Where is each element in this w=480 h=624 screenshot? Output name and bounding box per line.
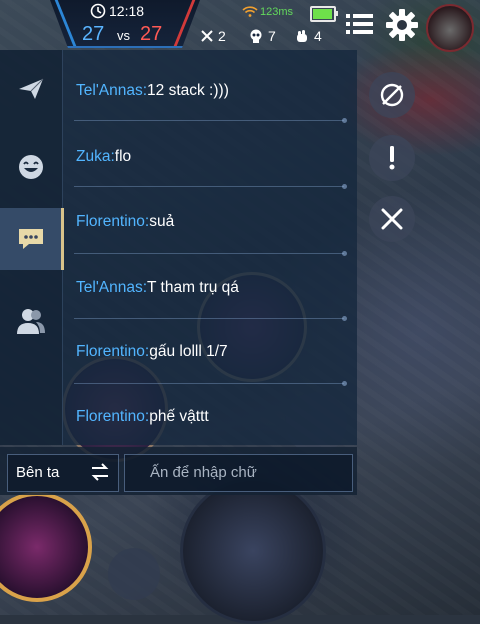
chat-message: Tel'Annas:T tham trụ qá [76,279,239,297]
paper-plane-icon [19,78,44,99]
message-sender: Florentino: [76,408,150,425]
wifi-icon [242,6,258,17]
swords-icon [201,30,213,42]
match-time: 12:18 [109,3,145,19]
scoreboard-button[interactable] [346,12,374,36]
message-text: phế vậttt [149,408,209,425]
tab-emotes[interactable] [0,136,62,198]
list-icon [346,14,373,34]
clock-icon [90,3,106,19]
ping-value: 123ms [260,6,294,18]
message-text: 12 stack :))) [147,82,229,99]
map-toggle-icon [380,83,404,107]
message-text: flo [114,148,132,165]
settings-button[interactable] [385,8,419,42]
message-divider [74,381,347,386]
battery-indicator [310,6,338,22]
message-sender: Tel'Annas: [76,279,148,296]
blue-team-score: 27 [82,23,105,45]
recall-button[interactable] [108,548,160,600]
chat-message: Tel'Annas:12 stack :))) [76,82,229,100]
message-divider [74,251,347,256]
message-sender: Tel'Annas: [76,82,148,99]
message-divider [74,118,347,123]
red-team-score: 27 [140,23,163,45]
alert-icon [389,146,395,170]
message-text: T tham trụ qá [147,279,239,296]
deaths-count: 7 [268,28,276,44]
chat-message: Florentino:phế vậttt [76,408,209,426]
input-placeholder: Ấn để nhập chữ [150,464,257,481]
message-divider [74,184,347,189]
chat-message-list[interactable]: Tel'Annas:12 stack :))) Zuka:flo Florent… [66,50,354,445]
chat-message: Zuka:flo [76,148,131,166]
skull-icon [250,29,262,43]
deaths-stat: 7 [248,28,276,44]
chat-input-field[interactable]: Ấn để nhập chữ [124,454,353,492]
player-avatar[interactable] [426,4,474,52]
attack-button[interactable] [180,478,326,624]
assists-stat: 4 [295,28,322,44]
close-icon [381,208,403,230]
match-clock: 12:18 [90,3,144,19]
friends-icon [17,309,45,334]
message-text: gấu lolll 1/7 [149,343,228,360]
vs-label: vs [117,28,130,43]
message-sender: Florentino: [76,213,150,230]
message-sender: Zuka: [76,148,115,165]
channel-label: Bên ta [16,464,60,481]
message-divider [74,316,347,321]
chat-side-tabs [0,50,64,445]
kills-count: 2 [218,28,226,44]
alert-button[interactable] [369,135,415,181]
emoji-icon [19,155,43,179]
ping-indicator: 123ms [242,6,293,18]
close-chat-button[interactable] [369,196,415,242]
chat-message: Florentino:gấu lolll 1/7 [76,343,228,361]
map-toggle-button[interactable] [369,72,415,118]
channel-selector[interactable]: Bên ta [7,454,119,492]
tab-friends[interactable] [0,290,62,352]
message-sender: Florentino: [76,343,150,360]
chat-message: Florentino:suả [76,213,174,231]
kills-stat: 2 [200,28,226,44]
tab-quick-messages[interactable] [0,58,62,120]
chat-bubble-icon [19,229,43,249]
fist-icon [297,29,307,42]
gear-icon [386,9,418,41]
tab-chat[interactable] [0,208,64,270]
swap-icon [91,463,109,481]
message-text: suả [149,213,175,230]
assists-count: 4 [314,28,322,44]
